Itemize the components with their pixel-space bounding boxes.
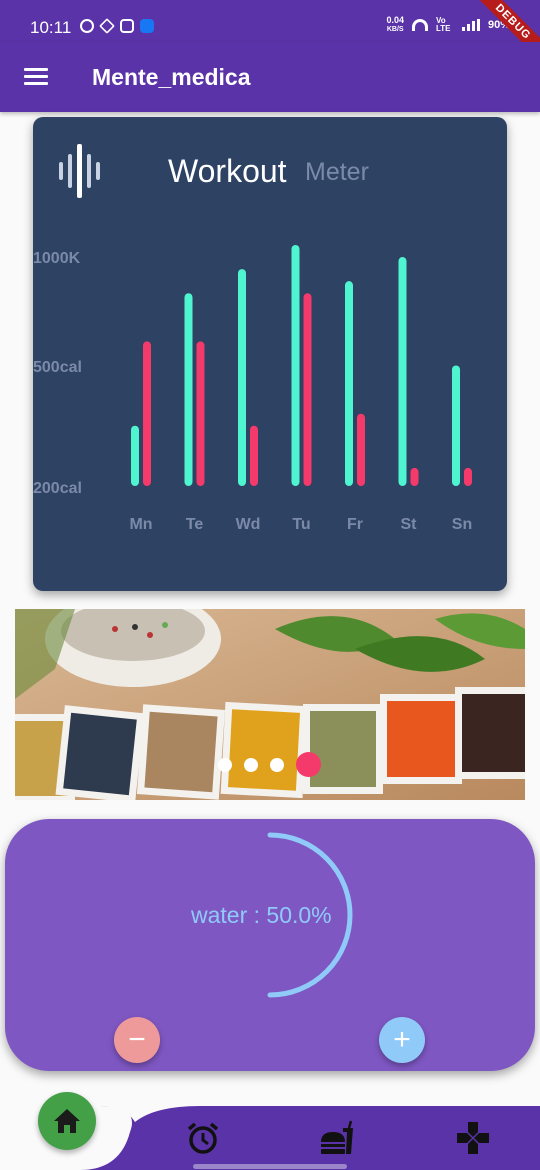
wifi-icon (411, 19, 428, 31)
app-title: Mente_medica (92, 64, 251, 90)
gesture-handle (193, 1164, 347, 1169)
x-tick-label: Fr (347, 516, 363, 533)
water-percentage-label: water : 50.0% (191, 902, 332, 928)
chart-bar (464, 467, 472, 486)
workout-chart: Workout Meter 1000K 500cal 200cal Mn Te Wd… (33, 144, 472, 533)
water-tracker-card: water : 50.0% − + (5, 819, 535, 1071)
water-progress-ring (267, 832, 353, 998)
status-time: 10:11 (30, 18, 72, 37)
chart-bar (452, 365, 460, 486)
chart-bar (398, 257, 407, 486)
x-tick-label: Te (186, 516, 204, 533)
carousel-dot-active[interactable] (296, 752, 321, 777)
gamepad-icon[interactable] (455, 1120, 491, 1156)
notification-icons (80, 18, 154, 34)
x-tick-label: Sn (452, 516, 472, 533)
y-tick-label: 1000K (33, 250, 81, 267)
status-bar: 10:11 0.04 KB/S Vo LTE 90% DEBUG (0, 0, 540, 67)
chart-bar (238, 269, 246, 486)
chart-x-labels: Mn Te Wd Tu Fr St Sn (129, 516, 472, 533)
chart-bar (303, 293, 312, 486)
x-tick-label: St (401, 516, 418, 533)
x-tick-label: Mn (129, 516, 152, 533)
chart-bar (357, 413, 365, 486)
hamburger-menu-icon[interactable] (24, 68, 48, 86)
increase-water-button[interactable]: + (379, 1017, 425, 1063)
y-tick-label: 200cal (33, 480, 82, 497)
home-icon (54, 1109, 80, 1133)
app-bar: Mente_medica (0, 42, 540, 112)
workout-chart-card: Workout Meter 1000K 500cal 200cal Mn Te Wd… (33, 117, 507, 591)
x-tick-label: Wd (236, 516, 261, 533)
volte-icon: Vo LTE (435, 16, 451, 33)
chart-bars (131, 245, 472, 486)
chart-title-sub: Meter (305, 158, 369, 186)
alarm-clock-icon[interactable] (185, 1120, 221, 1156)
telegram-icon (99, 18, 115, 34)
network-speed: 0.04 KB/S (386, 16, 404, 34)
chart-bar (410, 467, 419, 486)
carousel-dot[interactable] (244, 757, 258, 772)
chart-bar (291, 245, 300, 486)
net-speed-unit: KB/S (386, 26, 404, 33)
carousel-dot[interactable] (270, 757, 284, 772)
carousel-dots (218, 752, 321, 777)
signal-icon (461, 19, 480, 31)
fast-food-icon[interactable] (319, 1120, 355, 1156)
instagram-icon (120, 19, 134, 33)
chart-bar (250, 425, 258, 486)
system-icons: 0.04 KB/S Vo LTE 90% (386, 16, 510, 34)
chart-bar (143, 341, 151, 486)
chart-bar (184, 293, 193, 486)
whatsapp-icon (80, 19, 94, 33)
chart-title-main: Workout (168, 153, 287, 189)
chart-bar (196, 341, 205, 486)
home-nav-button[interactable] (38, 1092, 96, 1150)
decrease-water-button[interactable]: − (114, 1017, 160, 1063)
y-tick-label: 500cal (33, 359, 82, 376)
chart-bar (345, 281, 353, 486)
equalizer-icon (59, 144, 100, 198)
net-speed-value: 0.04 (386, 15, 404, 25)
x-tick-label: Tu (292, 516, 310, 533)
facebook-icon (140, 19, 154, 33)
carousel-dot[interactable] (218, 757, 232, 772)
chart-bar (131, 425, 139, 486)
